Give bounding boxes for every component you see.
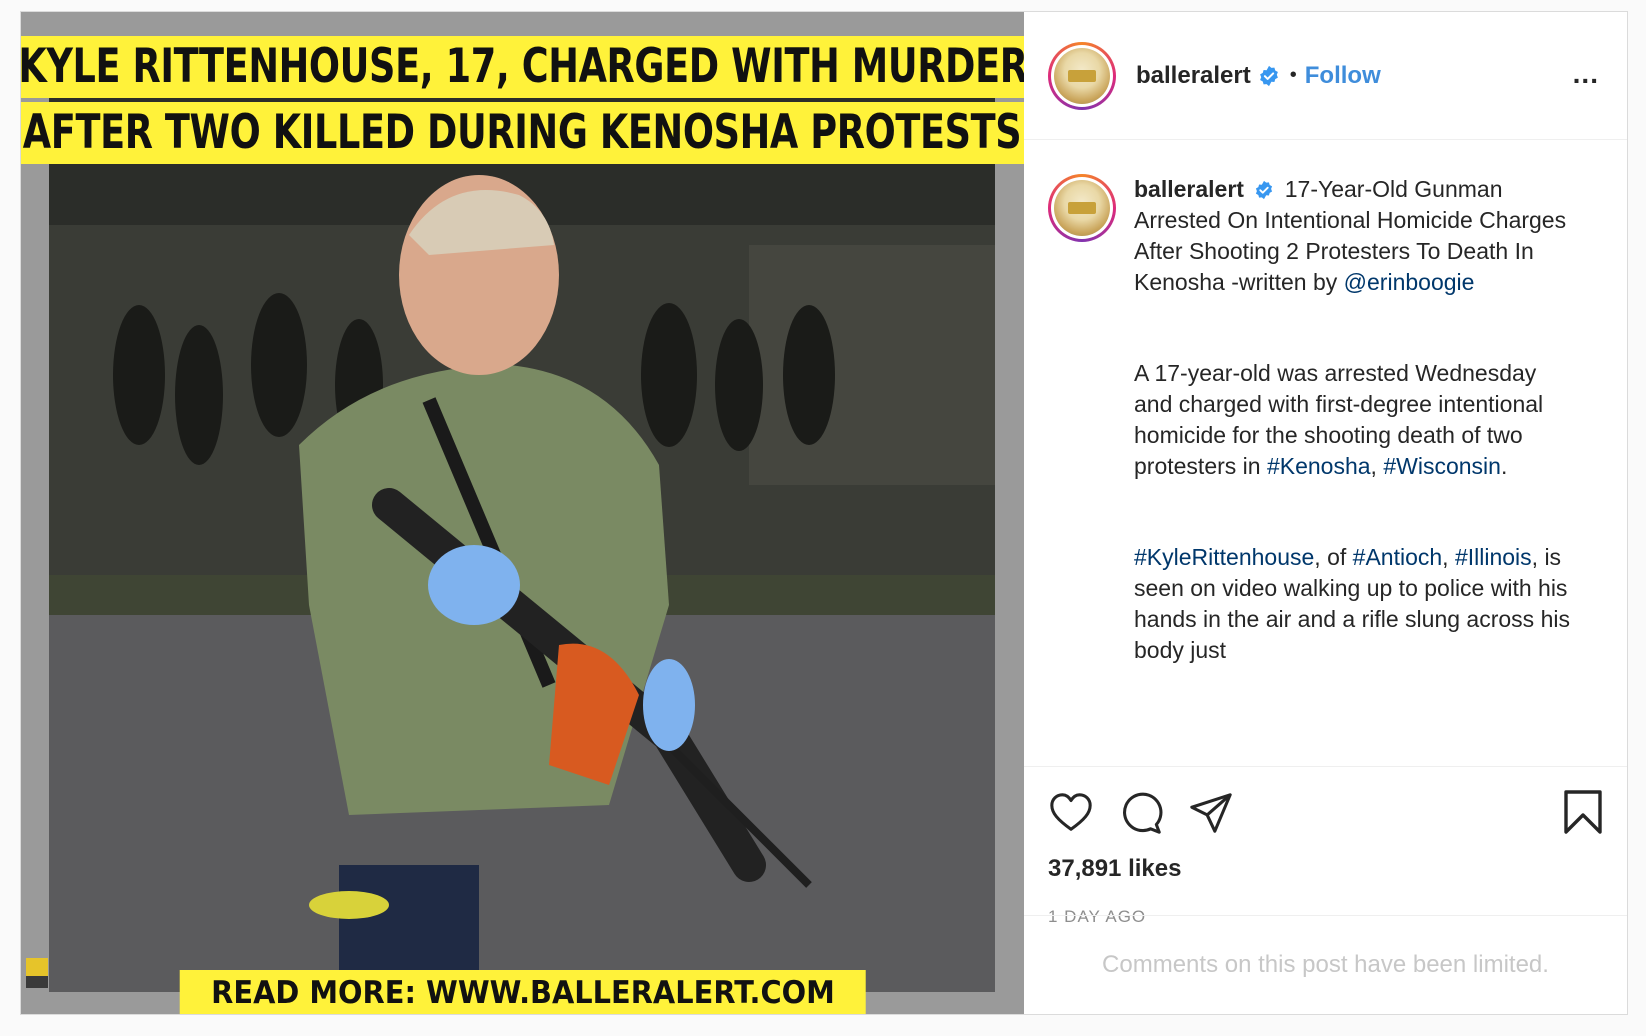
actions-area: 37,891 likes 1 DAY AGO Comments on this … — [1024, 766, 1627, 1014]
post-sidebar: balleralert • Follow ... balleralert 17-… — [1024, 12, 1627, 1014]
post-header: balleralert • Follow ... — [1024, 12, 1627, 140]
author-mention-link[interactable]: @erinboogie — [1344, 269, 1475, 295]
headline-banner: KYLE RITTENHOUSE, 17, CHARGED WITH MURDE… — [21, 36, 1024, 164]
verified-badge-icon — [1259, 65, 1278, 86]
headline-line-1: KYLE RITTENHOUSE, 17, CHARGED WITH MURDE… — [21, 36, 1024, 98]
headline-line-2: AFTER TWO KILLED DURING KENOSHA PROTESTS — [21, 102, 1024, 164]
caption-username[interactable]: balleralert — [1134, 176, 1244, 202]
share-send-icon[interactable] — [1188, 790, 1234, 836]
hashtag-antioch[interactable]: #Antioch — [1353, 544, 1443, 570]
avatar-image — [1054, 47, 1110, 104]
caption-verified-badge-icon — [1256, 180, 1273, 200]
hashtag-kylerittenhouse[interactable]: #KyleRittenhouse — [1134, 544, 1314, 570]
header-username[interactable]: balleralert — [1136, 62, 1251, 90]
caption-avatar-image — [1054, 180, 1110, 236]
more-options-icon[interactable]: ... — [1573, 60, 1599, 88]
caption-comma-2: , — [1442, 544, 1449, 570]
follow-button[interactable]: Follow — [1305, 62, 1381, 90]
caption-row: balleralert 17-Year-Old Gunman Arrested … — [1048, 174, 1603, 666]
caption-text: balleralert 17-Year-Old Gunman Arrested … — [1134, 174, 1574, 666]
post-media[interactable]: KYLE RITTENHOUSE, 17, CHARGED WITH MURDE… — [21, 12, 1024, 1014]
caption-area: balleralert 17-Year-Old Gunman Arrested … — [1024, 140, 1627, 766]
caption-of-text: , of — [1314, 544, 1347, 570]
save-bookmark-icon[interactable] — [1563, 789, 1603, 835]
hashtag-wisconsin[interactable]: #Wisconsin — [1383, 453, 1501, 479]
instagram-post: KYLE RITTENHOUSE, 17, CHARGED WITH MURDE… — [20, 11, 1628, 1015]
comment-bubble-icon[interactable] — [1118, 790, 1164, 836]
avatar[interactable] — [1048, 41, 1116, 110]
read-more-banner: READ MORE: WWW.BALLERALERT.COM — [179, 970, 866, 1014]
header-separator: • — [1289, 64, 1297, 86]
caption-avatar[interactable] — [1048, 174, 1116, 242]
caption-comma: , — [1370, 453, 1377, 479]
caption-period: . — [1500, 453, 1508, 479]
watermark-logo — [26, 958, 48, 988]
comments-limited-notice: Comments on this post have been limited. — [1024, 915, 1627, 1014]
protest-scene-image — [49, 45, 995, 992]
action-icons — [1048, 783, 1603, 843]
like-heart-icon[interactable] — [1048, 790, 1094, 836]
read-more-text: READ MORE: WWW.BALLERALERT.COM — [210, 975, 835, 1011]
hashtag-kenosha[interactable]: #Kenosha — [1267, 453, 1371, 479]
likes-count[interactable]: 37,891 likes — [1048, 855, 1603, 883]
hashtag-illinois[interactable]: #Illinois — [1455, 544, 1532, 570]
post-photo — [49, 45, 995, 992]
